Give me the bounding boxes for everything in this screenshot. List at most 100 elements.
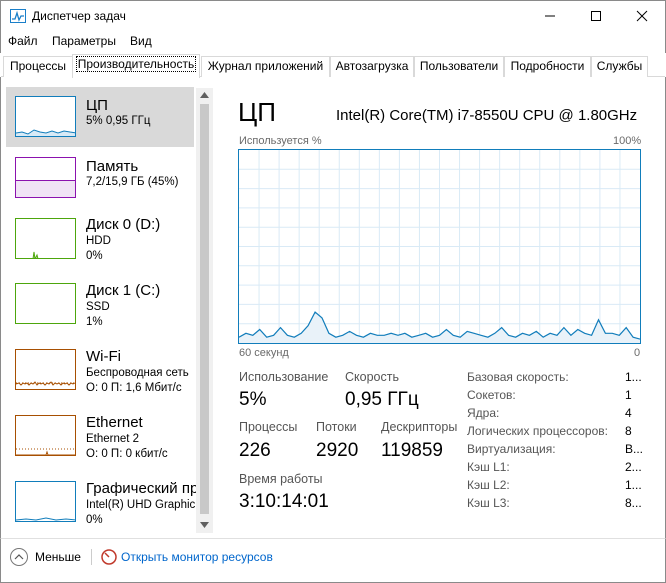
close-icon xyxy=(636,10,648,22)
info-label: Кэш L2: xyxy=(467,478,510,492)
graph-time-end: 0 xyxy=(634,347,641,359)
info-value: 1... xyxy=(625,478,642,492)
tab-app-history[interactable]: Журнал приложений xyxy=(201,56,330,77)
memory-thumbnail-graph xyxy=(15,157,76,198)
resource-title: Wi-Fi xyxy=(86,348,121,365)
info-label: Виртуализация: xyxy=(467,442,556,456)
tab-startup[interactable]: Автозагрузка xyxy=(330,56,414,77)
tab-details[interactable]: Подробности xyxy=(504,56,591,77)
graph-y-max: 100% xyxy=(613,135,642,147)
resource-value: О: 0 П: 0 кбит/с xyxy=(86,448,168,460)
resource-subtitle: 7,2/15,9 ГБ (45%) xyxy=(86,176,179,188)
menu-bar: Файл Параметры Вид xyxy=(0,31,666,53)
resource-value: 0% xyxy=(86,250,103,262)
graph-y-label: Используется % xyxy=(239,135,322,147)
resource-subtitle: Intel(R) UHD Graphic xyxy=(86,499,196,511)
resource-subtitle: SSD xyxy=(86,301,110,313)
resource-title: Ethernet xyxy=(86,414,143,431)
maximize-button[interactable] xyxy=(573,1,619,31)
resource-value: 1% xyxy=(86,316,103,328)
uptime-value: 3:10:14:01 xyxy=(239,491,329,512)
tab-bar: Процессы Производительность Журнал прило… xyxy=(1,54,665,78)
resource-item-cpu[interactable]: ЦП 5% 0,95 ГГц xyxy=(6,87,194,147)
speed-label: Скорость xyxy=(345,370,399,384)
scroll-up-icon[interactable] xyxy=(200,92,209,98)
scroll-down-icon[interactable] xyxy=(200,522,209,528)
footer-bar: Меньше Открыть монитор ресурсов xyxy=(0,538,666,583)
open-resource-monitor-link[interactable]: Открыть монитор ресурсов xyxy=(121,550,273,564)
info-value: 4 xyxy=(625,406,632,420)
resource-item-memory[interactable]: Память 7,2/15,9 ГБ (45%) xyxy=(6,148,194,208)
menu-options[interactable]: Параметры xyxy=(52,34,116,48)
maximize-icon xyxy=(591,11,601,21)
disk0-thumbnail-graph xyxy=(15,218,76,259)
info-value: 2... xyxy=(625,460,642,474)
fewer-details-link[interactable]: Меньше xyxy=(35,550,81,564)
resource-title: Диск 0 (D:) xyxy=(86,216,161,233)
resource-item-disk0[interactable]: Диск 0 (D:) HDD 0% xyxy=(6,209,194,269)
resource-item-disk1[interactable]: Диск 1 (C:) SSD 1% xyxy=(6,275,194,335)
threads-value: 2920 xyxy=(316,440,359,461)
resource-value: О: 0 П: 1,6 Мбит/с xyxy=(86,382,182,394)
footer-divider xyxy=(91,549,92,565)
resource-item-gpu[interactable]: Графический пр Intel(R) UHD Graphic 0% xyxy=(6,473,198,533)
minimize-button[interactable] xyxy=(527,1,573,31)
processes-label: Процессы xyxy=(239,420,298,434)
resource-title: Память xyxy=(86,158,139,175)
resource-subtitle: Ethernet 2 xyxy=(86,433,140,445)
wifi-thumbnail-graph xyxy=(15,349,76,390)
usage-label: Использование xyxy=(239,370,329,384)
handles-label: Дескрипторы xyxy=(381,420,458,434)
detail-title: ЦП xyxy=(238,97,276,127)
graph-time-label: 60 секунд xyxy=(239,347,289,359)
scroll-thumb[interactable] xyxy=(200,104,209,514)
tab-performance[interactable]: Производительность xyxy=(72,54,200,78)
menu-file[interactable]: Файл xyxy=(8,34,38,48)
tab-processes[interactable]: Процессы xyxy=(3,56,73,77)
close-button[interactable] xyxy=(619,1,665,31)
resource-subtitle: 5% 0,95 ГГц xyxy=(86,115,151,127)
info-value: 8... xyxy=(625,496,642,510)
collapse-button[interactable] xyxy=(10,548,28,566)
resource-value: 0% xyxy=(86,514,103,526)
resource-item-wifi[interactable]: Wi-Fi Беспроводная сеть О: 0 П: 1,6 Мбит… xyxy=(6,341,194,401)
info-label: Кэш L3: xyxy=(467,496,510,510)
speed-value: 0,95 ГГц xyxy=(345,389,419,410)
resource-list-scrollbar[interactable] xyxy=(196,88,213,533)
resource-item-ethernet[interactable]: Ethernet Ethernet 2 О: 0 П: 0 кбит/с xyxy=(6,407,194,467)
info-label: Базовая скорость: xyxy=(467,370,569,384)
task-manager-icon xyxy=(10,9,26,23)
info-label: Логических процессоров: xyxy=(467,424,608,438)
title-bar: Диспетчер задач xyxy=(0,0,666,31)
resource-title: Диск 1 (C:) xyxy=(86,282,161,299)
cpu-model-name: Intel(R) Core(TM) i7-8550U CPU @ 1.80GHz xyxy=(336,107,638,124)
ethernet-thumbnail-graph xyxy=(15,415,76,456)
resource-subtitle: Беспроводная сеть xyxy=(86,367,189,379)
info-label: Ядра: xyxy=(467,406,500,420)
uptime-label: Время работы xyxy=(239,472,323,486)
info-value: 8 xyxy=(625,424,632,438)
info-value: В... xyxy=(625,442,644,456)
menu-view[interactable]: Вид xyxy=(130,34,152,48)
info-value: 1... xyxy=(625,370,642,384)
disk1-thumbnail-graph xyxy=(15,283,76,324)
gpu-thumbnail-graph xyxy=(15,481,76,522)
info-value: 1 xyxy=(625,388,632,402)
chevron-up-icon xyxy=(14,554,24,560)
processes-value: 226 xyxy=(239,440,271,461)
cpu-usage-chart xyxy=(238,150,641,343)
resource-title: ЦП xyxy=(86,97,108,114)
usage-value: 5% xyxy=(239,389,267,410)
minimize-icon xyxy=(545,15,555,17)
resource-subtitle: HDD xyxy=(86,235,111,247)
resource-list: ЦП 5% 0,95 ГГц Память 7,2/15,9 ГБ (45%) … xyxy=(6,87,213,534)
cpu-thumbnail-graph xyxy=(15,96,76,137)
resource-monitor-icon xyxy=(101,549,117,565)
tab-services[interactable]: Службы xyxy=(591,56,648,77)
window-title: Диспетчер задач xyxy=(32,9,126,23)
handles-value: 119859 xyxy=(381,440,443,461)
tab-users[interactable]: Пользователи xyxy=(414,56,504,77)
cpu-usage-graph xyxy=(238,149,641,344)
info-label: Кэш L1: xyxy=(467,460,510,474)
info-label: Сокетов: xyxy=(467,388,516,402)
